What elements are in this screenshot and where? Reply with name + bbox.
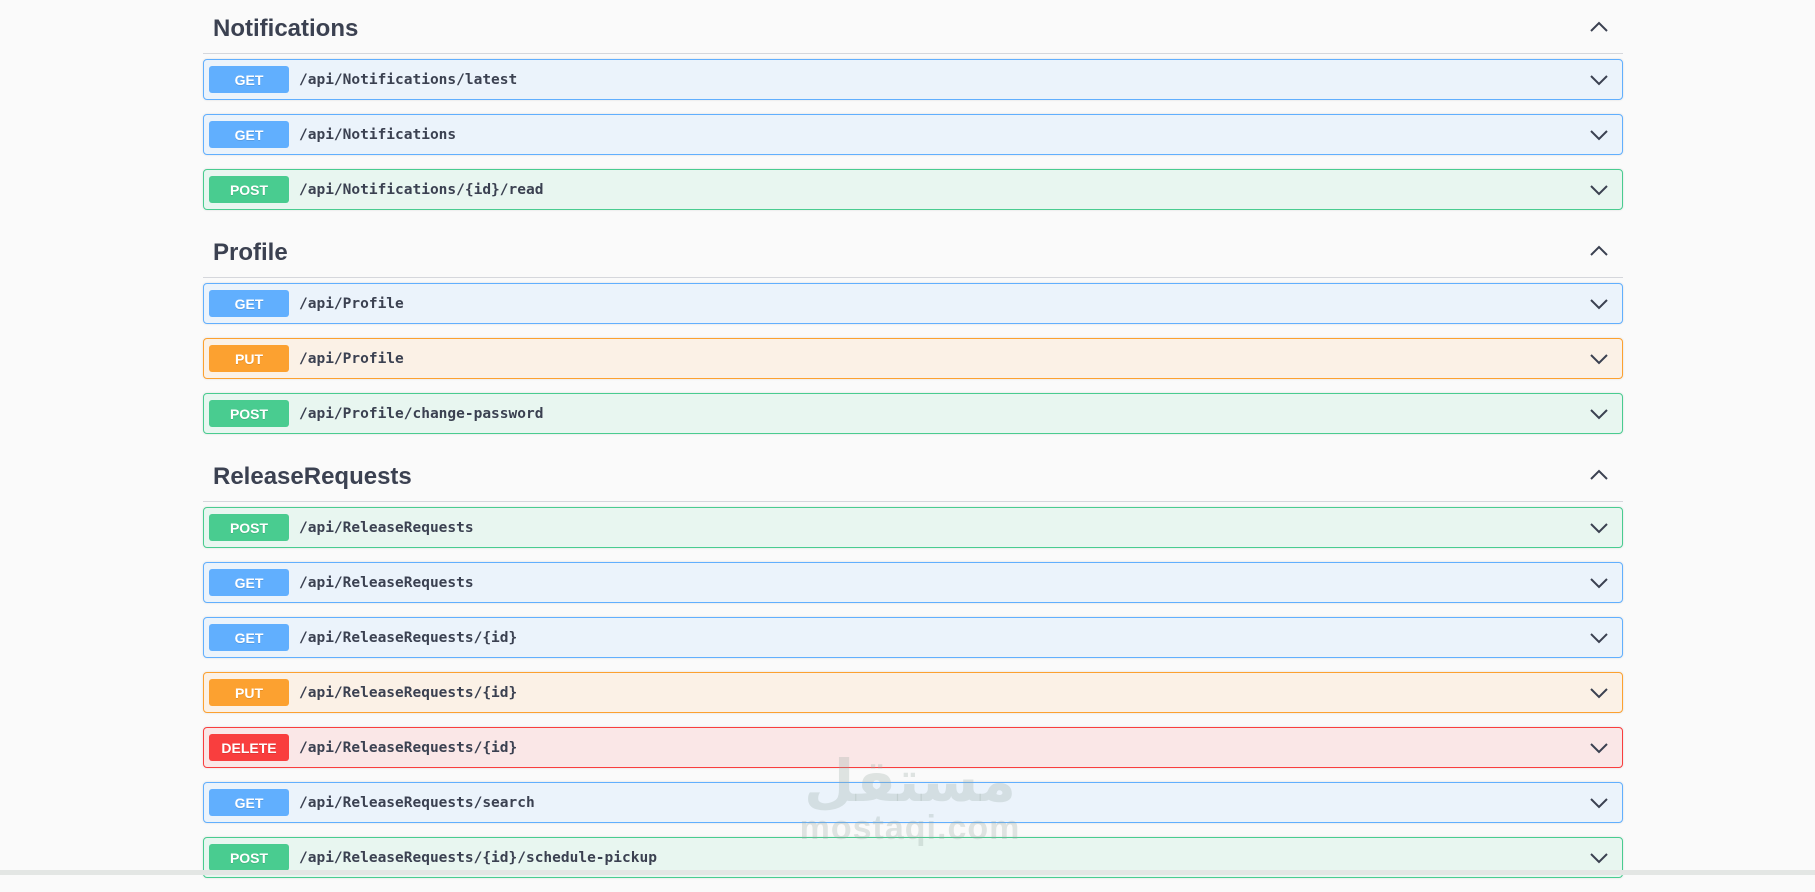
method-badge: GET [209,789,289,816]
api-docs-content: Notifications GET /api/Notifications/lat… [203,0,1623,892]
method-badge: GET [209,624,289,651]
chevron-down-icon[interactable] [1589,298,1609,310]
chevron-down-icon[interactable] [1589,577,1609,589]
operation-get-releaserequest-by-id[interactable]: GET /api/ReleaseRequests/{id} [203,617,1623,658]
tag-header-releaserequests[interactable]: ReleaseRequests [203,448,1623,502]
chevron-down-icon[interactable] [1589,184,1609,196]
operation-put-releaserequest[interactable]: PUT /api/ReleaseRequests/{id} [203,672,1623,713]
chevron-up-icon[interactable] [1589,245,1609,257]
tag-title: Notifications [213,14,359,42]
tag-section-releaserequests: ReleaseRequests POST /api/ReleaseRequest… [203,448,1623,878]
operation-post-change-password[interactable]: POST /api/Profile/change-password [203,393,1623,434]
chevron-up-icon[interactable] [1589,21,1609,33]
chevron-up-icon[interactable] [1589,469,1609,481]
operation-get-notifications[interactable]: GET /api/Notifications [203,114,1623,155]
chevron-down-icon[interactable] [1589,129,1609,141]
tag-title: Profile [213,238,288,266]
method-badge: GET [209,569,289,596]
operation-path: /api/Notifications [299,126,457,143]
operation-get-releaserequests-search[interactable]: GET /api/ReleaseRequests/search [203,782,1623,823]
method-badge: POST [209,514,289,541]
chevron-down-icon[interactable] [1589,687,1609,699]
method-badge: POST [209,844,289,871]
operation-get-notifications-latest[interactable]: GET /api/Notifications/latest [203,59,1623,100]
operation-post-releaserequests[interactable]: POST /api/ReleaseRequests [203,507,1623,548]
method-badge: PUT [209,679,289,706]
tag-header-notifications[interactable]: Notifications [203,0,1623,54]
method-badge: POST [209,400,289,427]
method-badge: GET [209,290,289,317]
chevron-down-icon[interactable] [1589,408,1609,420]
chevron-down-icon[interactable] [1589,742,1609,754]
operation-path: /api/ReleaseRequests [299,519,474,536]
operation-path: /api/ReleaseRequests/{id} [299,684,518,701]
operation-path: /api/ReleaseRequests/{id} [299,739,518,756]
chevron-down-icon[interactable] [1589,797,1609,809]
method-badge: GET [209,66,289,93]
tag-title: ReleaseRequests [213,462,412,490]
operation-path: /api/Notifications/{id}/read [299,181,544,198]
operation-path: /api/ReleaseRequests/{id} [299,629,518,646]
method-badge: DELETE [209,734,289,761]
tag-header-profile[interactable]: Profile [203,224,1623,278]
operation-get-profile[interactable]: GET /api/Profile [203,283,1623,324]
operation-get-releaserequests[interactable]: GET /api/ReleaseRequests [203,562,1623,603]
chevron-down-icon[interactable] [1589,852,1609,864]
horizontal-scrollbar[interactable] [0,870,1815,875]
chevron-down-icon[interactable] [1589,74,1609,86]
chevron-down-icon[interactable] [1589,353,1609,365]
operation-path: /api/Profile/change-password [299,405,544,422]
chevron-down-icon[interactable] [1589,632,1609,644]
method-badge: POST [209,176,289,203]
operation-path: /api/Profile [299,350,404,367]
method-badge: PUT [209,345,289,372]
tag-section-profile: Profile GET /api/Profile PUT /api/Profil… [203,224,1623,434]
operation-path: /api/Profile [299,295,404,312]
method-badge: GET [209,121,289,148]
operation-delete-releaserequest[interactable]: DELETE /api/ReleaseRequests/{id} [203,727,1623,768]
operation-path: /api/ReleaseRequests [299,574,474,591]
tag-section-notifications: Notifications GET /api/Notifications/lat… [203,0,1623,210]
operation-path: /api/ReleaseRequests/{id}/schedule-picku… [299,849,657,866]
operation-path: /api/ReleaseRequests/search [299,794,535,811]
chevron-down-icon[interactable] [1589,522,1609,534]
operation-put-profile[interactable]: PUT /api/Profile [203,338,1623,379]
operation-path: /api/Notifications/latest [299,71,518,88]
operation-post-notifications-read[interactable]: POST /api/Notifications/{id}/read [203,169,1623,210]
